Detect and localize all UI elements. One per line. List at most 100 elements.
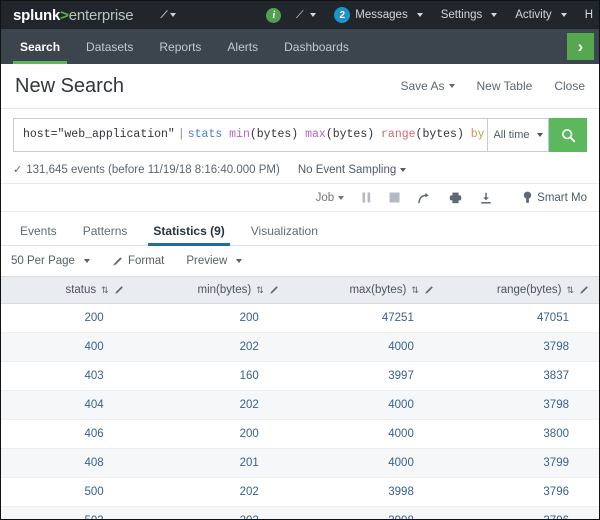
table-row[interactable]: 40316039973837 xyxy=(1,362,599,391)
table-row[interactable]: 40620040003800 xyxy=(1,420,599,449)
info-button[interactable]: i xyxy=(257,8,290,23)
chevron-down-icon xyxy=(84,259,90,263)
sort-icon[interactable]: ⇅ xyxy=(566,286,574,295)
activity-menu[interactable]: Activity xyxy=(506,9,575,21)
tab-visualization[interactable]: Visualization xyxy=(238,216,331,245)
close-button[interactable]: Close xyxy=(554,79,585,93)
nav-item-label: Dashboards xyxy=(284,40,349,54)
cell-max-bytes[interactable]: 4000 xyxy=(289,391,444,420)
query-token-host: host="web_application" xyxy=(23,127,175,143)
run-search-button[interactable] xyxy=(549,118,587,152)
result-tabs: Events Patterns Statistics (9) Visualiza… xyxy=(1,216,599,246)
cell-min-bytes[interactable]: 202 xyxy=(134,391,289,420)
cell-range-bytes[interactable]: 3800 xyxy=(444,420,599,449)
cell-min-bytes[interactable]: 202 xyxy=(134,507,289,520)
sort-icon[interactable]: ⇅ xyxy=(256,286,264,295)
pause-icon[interactable] xyxy=(353,192,380,203)
table-row[interactable]: 50320239983796 xyxy=(1,507,599,520)
settings-menu[interactable]: Settings xyxy=(432,9,507,21)
secondary-pointer-icon[interactable]: ∕ xyxy=(290,9,325,21)
format-label: Format xyxy=(128,255,164,267)
cell-max-bytes[interactable]: 4000 xyxy=(289,449,444,478)
cell-range-bytes[interactable]: 3837 xyxy=(444,362,599,391)
save-as-button[interactable]: Save As xyxy=(400,79,454,93)
splunk-logo[interactable]: splunk>enterprise xyxy=(13,7,133,24)
job-menu[interactable]: Job xyxy=(307,192,354,204)
help-menu[interactable]: H xyxy=(576,9,593,21)
nav-item-reports[interactable]: Reports xyxy=(146,29,214,64)
cell-min-bytes[interactable]: 200 xyxy=(134,420,289,449)
check-icon: ✓ xyxy=(13,163,22,176)
cell-range-bytes[interactable]: 3799 xyxy=(444,449,599,478)
messages-menu[interactable]: 2 Messages xyxy=(325,7,431,23)
cell-range-bytes[interactable]: 47051 xyxy=(444,304,599,333)
nav-item-search[interactable]: Search xyxy=(7,29,73,64)
table-row[interactable]: 2002004725147051 xyxy=(1,304,599,333)
nav-expand-button[interactable]: › xyxy=(567,33,594,60)
search-mode-menu[interactable]: Smart Mo xyxy=(523,191,587,204)
nav-item-dashboards[interactable]: Dashboards xyxy=(271,29,362,64)
format-button[interactable]: Format xyxy=(112,255,164,267)
table-row[interactable]: 40020240003798 xyxy=(1,333,599,362)
nav-item-datasets[interactable]: Datasets xyxy=(73,29,146,64)
cell-status[interactable]: 403 xyxy=(1,362,134,391)
preview-menu[interactable]: Preview xyxy=(186,255,242,267)
pointer-icon[interactable]: ∕ xyxy=(163,9,176,21)
cell-status[interactable]: 500 xyxy=(1,478,134,507)
cell-min-bytes[interactable]: 202 xyxy=(134,478,289,507)
cell-max-bytes[interactable]: 3997 xyxy=(289,362,444,391)
tab-events[interactable]: Events xyxy=(7,216,70,245)
cell-min-bytes[interactable]: 160 xyxy=(134,362,289,391)
per-page-menu[interactable]: 50 Per Page xyxy=(11,255,90,267)
cell-range-bytes[interactable]: 3796 xyxy=(444,507,599,520)
tab-statistics[interactable]: Statistics (9) xyxy=(140,216,237,245)
cell-status[interactable]: 404 xyxy=(1,391,134,420)
cell-range-bytes[interactable]: 3798 xyxy=(444,333,599,362)
table-row[interactable]: 40420240003798 xyxy=(1,391,599,420)
cell-status[interactable]: 400 xyxy=(1,333,134,362)
table-row[interactable]: 50020239983796 xyxy=(1,478,599,507)
cell-max-bytes[interactable]: 47251 xyxy=(289,304,444,333)
cell-max-bytes[interactable]: 4000 xyxy=(289,420,444,449)
column-header-range-bytes[interactable]: range(bytes) ⇅ xyxy=(444,277,599,304)
pencil-icon xyxy=(112,256,123,267)
column-header-min-bytes[interactable]: min(bytes) ⇅ xyxy=(134,277,289,304)
cell-status[interactable]: 406 xyxy=(1,420,134,449)
pencil-icon[interactable] xyxy=(269,285,279,295)
query-token-range: range xyxy=(381,127,416,143)
cell-range-bytes[interactable]: 3796 xyxy=(444,478,599,507)
pencil-icon[interactable] xyxy=(114,285,124,295)
table-row[interactable]: 40820140003799 xyxy=(1,449,599,478)
time-range-picker[interactable]: All time xyxy=(487,118,549,152)
cell-min-bytes[interactable]: 200 xyxy=(134,304,289,333)
event-sampling-menu[interactable]: No Event Sampling xyxy=(298,164,406,176)
new-table-button[interactable]: New Table xyxy=(477,79,533,93)
sort-icon[interactable]: ⇅ xyxy=(101,286,109,295)
column-header-max-bytes[interactable]: max(bytes) ⇅ xyxy=(289,277,444,304)
cell-max-bytes[interactable]: 4000 xyxy=(289,333,444,362)
print-icon[interactable] xyxy=(440,192,471,204)
event-sampling-label: No Event Sampling xyxy=(298,164,396,176)
export-icon[interactable] xyxy=(471,192,501,204)
cell-max-bytes[interactable]: 3998 xyxy=(289,478,444,507)
cell-range-bytes[interactable]: 3798 xyxy=(444,391,599,420)
sort-icon[interactable]: ⇅ xyxy=(411,286,419,295)
column-header-status[interactable]: status ⇅ xyxy=(1,277,134,304)
pencil-icon[interactable] xyxy=(424,285,434,295)
cell-min-bytes[interactable]: 202 xyxy=(134,333,289,362)
stop-icon[interactable] xyxy=(380,192,409,203)
chevron-down-icon xyxy=(236,259,242,263)
pencil-icon[interactable] xyxy=(579,285,589,295)
tab-label: Patterns xyxy=(83,224,128,238)
share-icon[interactable] xyxy=(409,192,440,204)
messages-label: Messages xyxy=(355,9,407,21)
cell-status[interactable]: 408 xyxy=(1,449,134,478)
cell-status[interactable]: 503 xyxy=(1,507,134,520)
cell-max-bytes[interactable]: 3998 xyxy=(289,507,444,520)
cell-min-bytes[interactable]: 201 xyxy=(134,449,289,478)
search-input[interactable]: host="web_application" | stats min (byte… xyxy=(13,118,487,152)
tab-patterns[interactable]: Patterns xyxy=(70,216,141,245)
messages-count-badge: 2 xyxy=(334,7,350,23)
cell-status[interactable]: 200 xyxy=(1,304,134,333)
nav-item-alerts[interactable]: Alerts xyxy=(214,29,271,64)
